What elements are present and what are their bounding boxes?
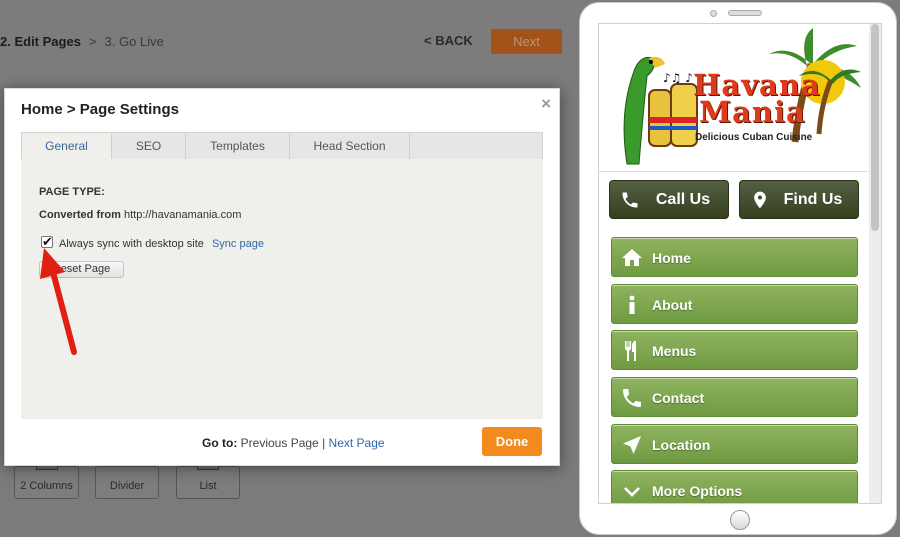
logo-tagline: Delicious Cuban Cuisine: [695, 132, 813, 143]
two-columns-tool[interactable]: 2 Columns: [14, 461, 79, 499]
menu-item-location[interactable]: Location: [611, 424, 858, 464]
scrollbar-thumb[interactable]: [871, 24, 879, 231]
sync-page-link[interactable]: Sync page: [212, 238, 264, 250]
location-arrow-icon: [623, 436, 641, 454]
preview-scrollbar[interactable]: [869, 24, 881, 503]
menu-item-home[interactable]: Home: [611, 237, 858, 277]
menu-label: Location: [652, 437, 711, 453]
menu-label: More Options: [652, 483, 743, 499]
chevron-down-icon: [624, 487, 640, 497]
menu-label: About: [652, 297, 693, 313]
tab-templates[interactable]: Templates: [186, 133, 290, 159]
list-tool[interactable]: List: [176, 461, 240, 499]
goto-separator: |: [322, 436, 326, 450]
call-us-button[interactable]: Call Us: [609, 180, 729, 219]
goto-navigation: Go to: Previous Page | Next Page: [202, 436, 385, 450]
logo-line2: Mania: [699, 95, 806, 129]
annotation-arrow-overlay: [40, 248, 77, 355]
previous-page-link[interactable]: Previous Page: [241, 436, 319, 450]
converted-from-url: http://havanamania.com: [123, 209, 242, 221]
menu-item-menus[interactable]: Menus: [611, 330, 858, 370]
home-button-icon: [730, 510, 750, 530]
camera-icon: [710, 10, 717, 17]
menu-label: Contact: [652, 390, 705, 406]
utensils-icon: [625, 341, 636, 361]
close-icon[interactable]: ×: [541, 94, 551, 114]
back-button[interactable]: < BACK: [424, 33, 473, 48]
site-logo: ♪♫ ♪ Havana Mania Delicious Cuban Cuisin…: [599, 24, 869, 172]
tab-head-section[interactable]: Head Section: [290, 133, 410, 159]
mobile-preview: ♪♫ ♪ Havana Mania Delicious Cuban Cuisin…: [579, 2, 897, 535]
next-page-link[interactable]: Next Page: [329, 436, 385, 450]
speaker-icon: [728, 10, 762, 16]
menu-label: Home: [652, 250, 691, 266]
divider-tool[interactable]: Divider: [95, 466, 159, 499]
tool-label: Divider: [109, 480, 145, 492]
menu-item-more-options[interactable]: More Options: [611, 470, 858, 503]
find-us-label: Find Us: [783, 191, 843, 208]
phone-icon: [623, 389, 641, 407]
svg-text:♪♫ ♪: ♪♫ ♪: [663, 71, 693, 85]
tool-label: 2 Columns: [20, 480, 73, 492]
done-button[interactable]: Done: [482, 427, 542, 456]
home-icon: [622, 249, 642, 266]
phone-screen: ♪♫ ♪ Havana Mania Delicious Cuban Cuisin…: [598, 23, 882, 504]
next-button[interactable]: Next: [491, 29, 562, 54]
call-us-label: Call Us: [655, 191, 711, 208]
tab-seo[interactable]: SEO: [112, 133, 186, 159]
menu-item-contact[interactable]: Contact: [611, 377, 858, 417]
menu-label: Menus: [652, 343, 697, 359]
info-icon: [629, 295, 635, 314]
tool-label: List: [199, 480, 217, 492]
find-us-button[interactable]: Find Us: [739, 180, 859, 219]
menu-item-about[interactable]: About: [611, 284, 858, 324]
goto-label: Go to:: [202, 436, 238, 450]
